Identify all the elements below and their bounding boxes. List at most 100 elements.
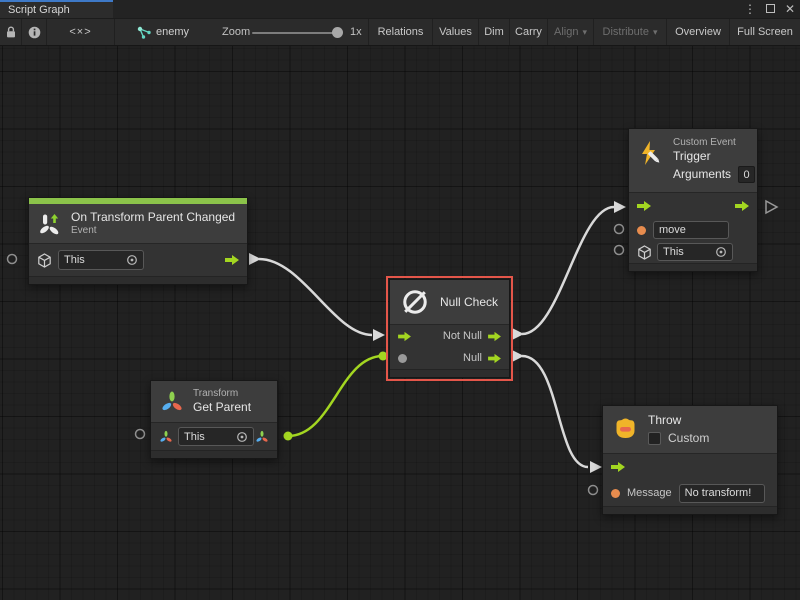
value-input-dot[interactable]	[611, 489, 620, 498]
control-input-arrow-icon[interactable]	[611, 461, 625, 473]
chevron-down-icon: ▾	[653, 27, 658, 38]
values-button[interactable]: Values	[432, 19, 478, 45]
control-input-arrow-icon[interactable]	[637, 200, 651, 212]
node-throw[interactable]: Throw Custom Message No	[602, 405, 778, 515]
control-output-arrow-icon[interactable]	[735, 200, 749, 212]
cube-icon	[37, 253, 52, 268]
value-input-dot[interactable]	[637, 226, 646, 235]
dim-button[interactable]: Dim	[478, 19, 509, 45]
carry-button[interactable]: Carry	[509, 19, 547, 45]
distribute-button[interactable]: Distribute ▾	[593, 19, 666, 45]
value-wire	[288, 356, 383, 436]
node-null-check[interactable]: Null Check Not Null	[389, 279, 510, 378]
custom-checkbox[interactable]	[648, 432, 661, 445]
port-row-control	[603, 454, 777, 480]
arguments-stepper[interactable]: 0	[738, 166, 755, 183]
transform-result-port-icon[interactable]	[255, 430, 269, 444]
node-footer	[390, 369, 509, 377]
node-title: Get Parent	[193, 400, 251, 415]
message-label: Message	[627, 487, 672, 499]
node-subtitle: Event	[71, 225, 235, 237]
code-icon: <×>	[69, 26, 91, 38]
port-row: This	[151, 423, 277, 450]
transform-icon	[160, 390, 184, 414]
node-title: Trigger	[673, 149, 755, 164]
control-input-port[interactable]	[373, 329, 385, 341]
maximize-icon[interactable]	[764, 0, 776, 18]
target-picker-icon[interactable]	[715, 246, 727, 258]
event-name-input[interactable]: move	[653, 221, 729, 239]
selection-outline: Null Check Not Null	[386, 276, 513, 381]
kebab-menu-icon[interactable]: ⋮	[744, 0, 756, 18]
target-dropdown[interactable]: This	[178, 427, 254, 446]
graph-toolbar: <×> enemy Zoom 1x Relations Values Dim C…	[0, 18, 800, 46]
port-row-target: This	[629, 241, 757, 263]
tab-strip: Script Graph ⋮ ✕	[0, 0, 800, 18]
transform-port-icon[interactable]	[159, 430, 173, 444]
node-trigger-custom-event[interactable]: Custom Event Trigger Arguments 0	[628, 128, 758, 272]
control-output-arrow-icon[interactable]	[488, 353, 501, 364]
target-picker-icon[interactable]	[236, 431, 248, 443]
control-input-arrow-icon[interactable]	[398, 331, 411, 342]
fullscreen-button[interactable]: Full Screen	[729, 19, 800, 45]
chevron-down-icon: ▾	[582, 27, 587, 38]
custom-checkbox-label: Custom	[668, 431, 709, 446]
lock-icon	[5, 26, 17, 39]
close-icon[interactable]: ✕	[784, 0, 796, 18]
node-footer	[29, 276, 247, 284]
window-controls: ⋮ ✕	[744, 0, 796, 18]
value-input-port[interactable]	[136, 430, 145, 439]
relations-button[interactable]: Relations	[368, 19, 432, 45]
cube-icon	[637, 245, 652, 260]
node-body: Not Null Null	[390, 325, 509, 369]
control-wire	[522, 207, 614, 334]
edit-graph-variables-button[interactable]: <×>	[47, 19, 115, 45]
value-input-port[interactable]	[8, 255, 17, 264]
target-dropdown[interactable]: This	[58, 250, 144, 270]
tab-script-graph[interactable]: Script Graph	[0, 0, 113, 18]
value-output-port[interactable]	[284, 432, 293, 441]
node-footer	[629, 263, 757, 271]
zoom-slider-handle[interactable]	[332, 27, 343, 38]
control-output-port[interactable]	[766, 201, 777, 213]
value-input-port[interactable]	[615, 225, 624, 234]
lock-button[interactable]	[0, 19, 22, 45]
node-title: On Transform Parent Changed	[71, 210, 235, 225]
info-button[interactable]	[22, 19, 47, 45]
value-input-port[interactable]	[589, 486, 598, 495]
align-button[interactable]: Align ▾	[547, 19, 593, 45]
node-body: Message No transform!	[603, 454, 777, 506]
arguments-label: Arguments	[673, 167, 731, 182]
node-get-parent[interactable]: Transform Get Parent This	[150, 380, 278, 459]
node-footer	[151, 450, 277, 458]
transform-event-icon	[38, 212, 62, 236]
zoom-slider[interactable]	[252, 32, 340, 34]
node-header: Custom Event Trigger Arguments 0	[629, 129, 757, 193]
graph-canvas[interactable]: On Transform Parent Changed Event This	[0, 46, 800, 600]
target-picker-icon[interactable]	[126, 254, 138, 266]
control-input-port[interactable]	[590, 461, 602, 473]
node-category: Custom Event	[673, 137, 755, 149]
message-input[interactable]: No transform!	[679, 484, 765, 503]
port-label: Null	[463, 352, 482, 364]
script-graph-window: Script Graph ⋮ ✕ <×>	[0, 0, 800, 600]
target-dropdown[interactable]: This	[657, 243, 733, 261]
null-check-icon	[399, 286, 431, 318]
node-header: Transform Get Parent	[151, 381, 277, 423]
graph-name: enemy	[156, 26, 189, 38]
value-input-dot[interactable]	[398, 354, 407, 363]
control-output-arrow-icon[interactable]	[488, 331, 501, 342]
node-body: This	[29, 244, 247, 276]
node-header: Throw Custom	[603, 406, 777, 454]
tab-title: Script Graph	[8, 4, 70, 16]
control-input-port[interactable]	[614, 201, 626, 213]
node-body: This	[151, 423, 277, 450]
overview-button[interactable]: Overview	[666, 19, 729, 45]
throw-error-icon	[612, 416, 639, 443]
node-body: move This	[629, 193, 757, 263]
port-row-null: Null	[390, 347, 509, 369]
node-on-transform-parent-changed[interactable]: On Transform Parent Changed Event This	[28, 197, 248, 285]
value-input-port[interactable]	[615, 246, 624, 255]
zoom-label: Zoom	[222, 26, 250, 38]
control-output-arrow-icon[interactable]	[225, 254, 239, 266]
